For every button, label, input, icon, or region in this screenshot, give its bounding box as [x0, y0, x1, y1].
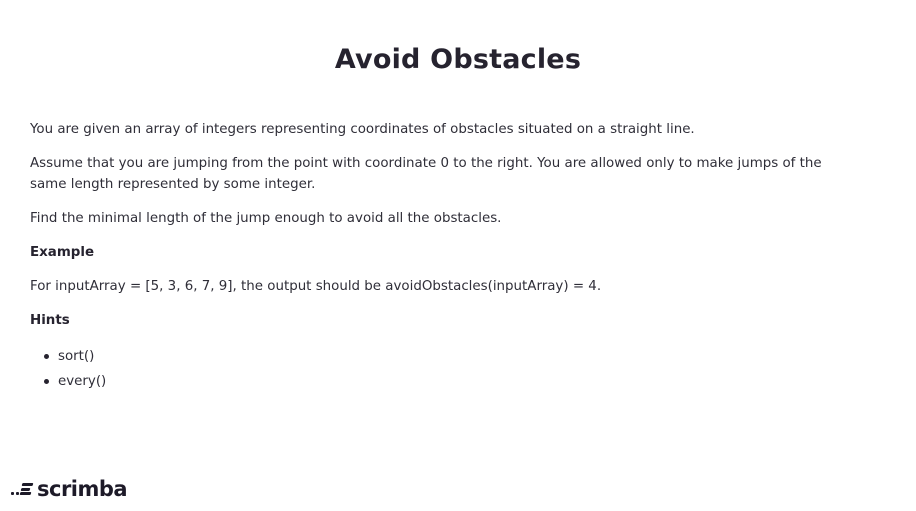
example-text: For inputArray = [5, 3, 6, 7, 9], the ou… [30, 279, 602, 294]
task-paragraph: Find the minimal length of the jump enou… [30, 211, 502, 226]
scrimba-logo: scrimba [11, 475, 128, 503]
slide-page: Avoid Obstacles You are given an array o… [0, 0, 916, 511]
hints-list: sort() every() [30, 344, 850, 394]
challenge-description: You are given an array of integers repre… [30, 119, 850, 394]
bullet-icon [44, 354, 49, 359]
example-heading: Example [30, 245, 95, 260]
scrimba-logo-icon [11, 482, 34, 496]
hint-item: every() [44, 369, 850, 394]
intro-paragraph: You are given an array of integers repre… [30, 122, 695, 137]
assume-paragraph: Assume that you are jumping from the poi… [30, 156, 822, 192]
scrimba-logo-text: scrimba [37, 476, 128, 501]
bullet-icon [44, 379, 49, 384]
hint-item-label: every() [58, 374, 107, 389]
page-title: Avoid Obstacles [334, 44, 582, 75]
hint-item: sort() [44, 344, 850, 369]
hint-item-label: sort() [58, 349, 95, 364]
hints-heading: Hints [30, 313, 70, 328]
